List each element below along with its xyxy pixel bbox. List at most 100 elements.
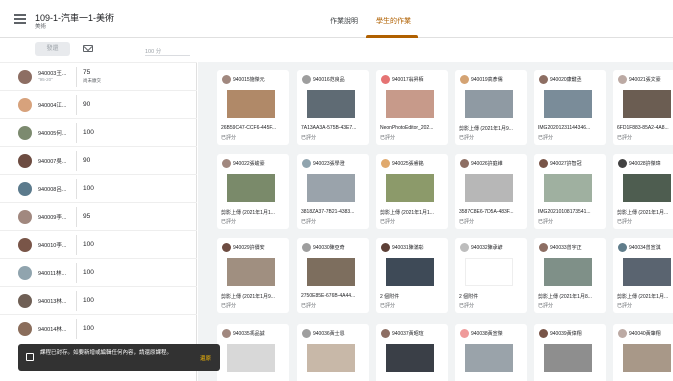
student-grade[interactable]: 100 — [83, 325, 94, 332]
submission-student-name: 940034曾宣淇 — [629, 245, 661, 251]
course-subtitle: 美術 — [35, 24, 47, 30]
submission-card[interactable]: 940025張睿銘 剪影上傳 (2021年1月1... 已評分 — [376, 154, 448, 229]
submission-card[interactable]: 940040黃肇翔 — [613, 324, 673, 381]
student-row[interactable]: 940013林... 100 — [0, 286, 197, 314]
submission-card[interactable]: 940038黃宣傑 — [455, 324, 527, 381]
tab-instructions[interactable]: 作業說明 — [330, 16, 358, 26]
attachment-thumbnail[interactable] — [307, 258, 355, 286]
student-row[interactable]: 940011林... 100 — [0, 258, 197, 286]
submission-student-name: 940036黃士恩 — [313, 331, 345, 337]
attachment-filename: NeonPhotoEditor_202... — [380, 125, 434, 131]
submission-card[interactable]: 940031陳滿彰 2 個附件 已評分 — [376, 238, 448, 313]
attachment-thumbnail[interactable] — [465, 258, 513, 286]
attachment-thumbnail[interactable] — [465, 90, 513, 118]
submission-card[interactable]: 940035馮品誠 — [217, 324, 289, 381]
attachment-thumbnail[interactable] — [227, 174, 275, 202]
submission-card[interactable]: 940030陳亞奇 2750E85E-676B-4A44... 已評分 — [297, 238, 369, 313]
student-avatar — [18, 70, 32, 84]
attachment-thumbnail[interactable] — [623, 344, 671, 372]
submission-card[interactable]: 940029許價安 剪影上傳 (2021年1月9... 已評分 — [217, 238, 289, 313]
student-grade[interactable]: 90 — [83, 101, 90, 108]
submission-card[interactable]: 940020康鍵丞 IMG20201231144346... 已評分 — [534, 70, 606, 145]
submission-card[interactable]: 940019高彥儒 剪影上傳 (2021年1月9... 已評分 — [455, 70, 527, 145]
submission-card[interactable]: 940022張峻豪 剪影上傳 (2021年1月1... 已評分 — [217, 154, 289, 229]
attachment-filename: IMG20201231144346... — [538, 125, 591, 131]
student-grade[interactable]: 100 — [83, 269, 94, 276]
submission-status: 已評分 — [301, 303, 317, 309]
submission-card[interactable]: 940039黃偉翔 — [534, 324, 606, 381]
restore-button[interactable]: 還原 — [200, 354, 211, 362]
student-row[interactable]: 940010李... 100 — [0, 230, 197, 258]
attachment-thumbnail[interactable] — [307, 174, 355, 202]
student-grade[interactable]: 75 — [83, 69, 90, 76]
column-divider — [76, 179, 77, 199]
attachment-filename: 2750E85E-676B-4A44... — [301, 293, 356, 299]
submission-student-name: 940030陳亞奇 — [313, 245, 345, 251]
student-name: 940013林... — [38, 299, 67, 305]
student-row[interactable]: 940008呂... 100 — [0, 174, 197, 202]
submission-card[interactable]: 940026許庭維 3587C8E6-7D5A-483F... 已評分 — [455, 154, 527, 229]
submission-avatar — [222, 75, 231, 84]
attachment-thumbnail[interactable] — [386, 174, 434, 202]
student-row[interactable]: 940007吳... 90 — [0, 146, 197, 174]
submission-student-name: 940027許智冠 — [550, 161, 582, 167]
menu-bar — [14, 22, 26, 24]
submission-card[interactable]: 940028許傑瑋 剪影上傳 (2021年1月... 已評分 — [613, 154, 673, 229]
course-title[interactable]: 109-1-汽車一1-美術 — [35, 11, 114, 24]
attachment-filename: 3818ZA37-7B21-4383... — [301, 209, 355, 215]
attachment-thumbnail[interactable] — [544, 90, 592, 118]
submission-card[interactable]: 940016范良品 7A13AA3A-575B-43E7... 已評分 — [297, 70, 369, 145]
student-grade[interactable]: 100 — [83, 185, 94, 192]
attachment-thumbnail[interactable] — [227, 258, 275, 286]
submission-student-name: 940016范良品 — [313, 77, 345, 83]
attachment-thumbnail[interactable] — [386, 90, 434, 118]
attachment-thumbnail[interactable] — [227, 344, 275, 372]
student-avatar — [18, 294, 32, 308]
tab-student-work[interactable]: 學生的作業 — [376, 16, 411, 26]
attachment-thumbnail[interactable] — [465, 174, 513, 202]
submission-student-name: 940038黃宣傑 — [471, 331, 503, 337]
attachment-thumbnail[interactable] — [623, 90, 671, 118]
student-row[interactable]: 940014林... 100 — [0, 314, 197, 342]
submission-card[interactable]: 940015施傑元 26B59C47-CCF6-445F... 已評分 — [217, 70, 289, 145]
submission-card[interactable]: 940036黃士恩 — [297, 324, 369, 381]
attachment-thumbnail[interactable] — [544, 344, 592, 372]
submission-student-name: 940020康鍵丞 — [550, 77, 582, 83]
attachment-filename: 2 個附件 — [459, 294, 479, 300]
main-menu-button[interactable] — [14, 14, 26, 24]
submission-card[interactable]: 940021張文豪 6FD1F883-85A2-4A8... 已評分 — [613, 70, 673, 145]
email-icon[interactable] — [83, 45, 93, 52]
submission-card[interactable]: 940027許智冠 IMG20210108173541... 已評分 — [534, 154, 606, 229]
student-grade[interactable]: 95 — [83, 213, 90, 220]
attachment-thumbnail[interactable] — [386, 344, 434, 372]
attachment-thumbnail[interactable] — [307, 90, 355, 118]
attachment-thumbnail[interactable] — [544, 258, 592, 286]
attachment-thumbnail[interactable] — [544, 174, 592, 202]
submission-avatar — [539, 159, 548, 168]
attachment-thumbnail[interactable] — [465, 344, 513, 372]
return-button[interactable]: 發還 — [35, 42, 70, 56]
student-grade[interactable]: 100 — [83, 297, 94, 304]
student-grade[interactable]: 100 — [83, 241, 94, 248]
student-row[interactable]: 940005何... 100 — [0, 118, 197, 146]
attachment-thumbnail[interactable] — [227, 90, 275, 118]
submission-card[interactable]: 940032陳承諺 2 個附件 已評分 — [455, 238, 527, 313]
student-row[interactable]: 940009李... 95 — [0, 202, 197, 230]
student-name: 940009李... — [38, 215, 67, 221]
student-row[interactable]: 940004江... 90 — [0, 90, 197, 118]
attachment-thumbnail[interactable] — [623, 258, 671, 286]
student-row[interactable]: 940003王... "95-20" 75 尚未繳交 — [0, 62, 197, 90]
submission-card[interactable]: 940023張學澄 3818ZA37-7B21-4383... 已評分 — [297, 154, 369, 229]
points-field[interactable]: 100 分 — [145, 42, 190, 56]
submission-card[interactable]: 940034曾宣淇 剪影上傳 (2021年1月... 已評分 — [613, 238, 673, 313]
submission-card[interactable]: 940037黃昭瑄 — [376, 324, 448, 381]
archive-icon — [26, 353, 34, 361]
attachment-thumbnail[interactable] — [386, 258, 434, 286]
submission-card[interactable]: 940017翁昇栢 NeonPhotoEditor_202... 已評分 — [376, 70, 448, 145]
attachment-filename: 剪影上傳 (2021年1月1... — [221, 210, 275, 216]
submission-card[interactable]: 940033曾宇正 剪影上傳 (2021年1月8... 已評分 — [534, 238, 606, 313]
student-grade[interactable]: 100 — [83, 129, 94, 136]
student-grade[interactable]: 90 — [83, 157, 90, 164]
attachment-thumbnail[interactable] — [307, 344, 355, 372]
attachment-thumbnail[interactable] — [623, 174, 671, 202]
